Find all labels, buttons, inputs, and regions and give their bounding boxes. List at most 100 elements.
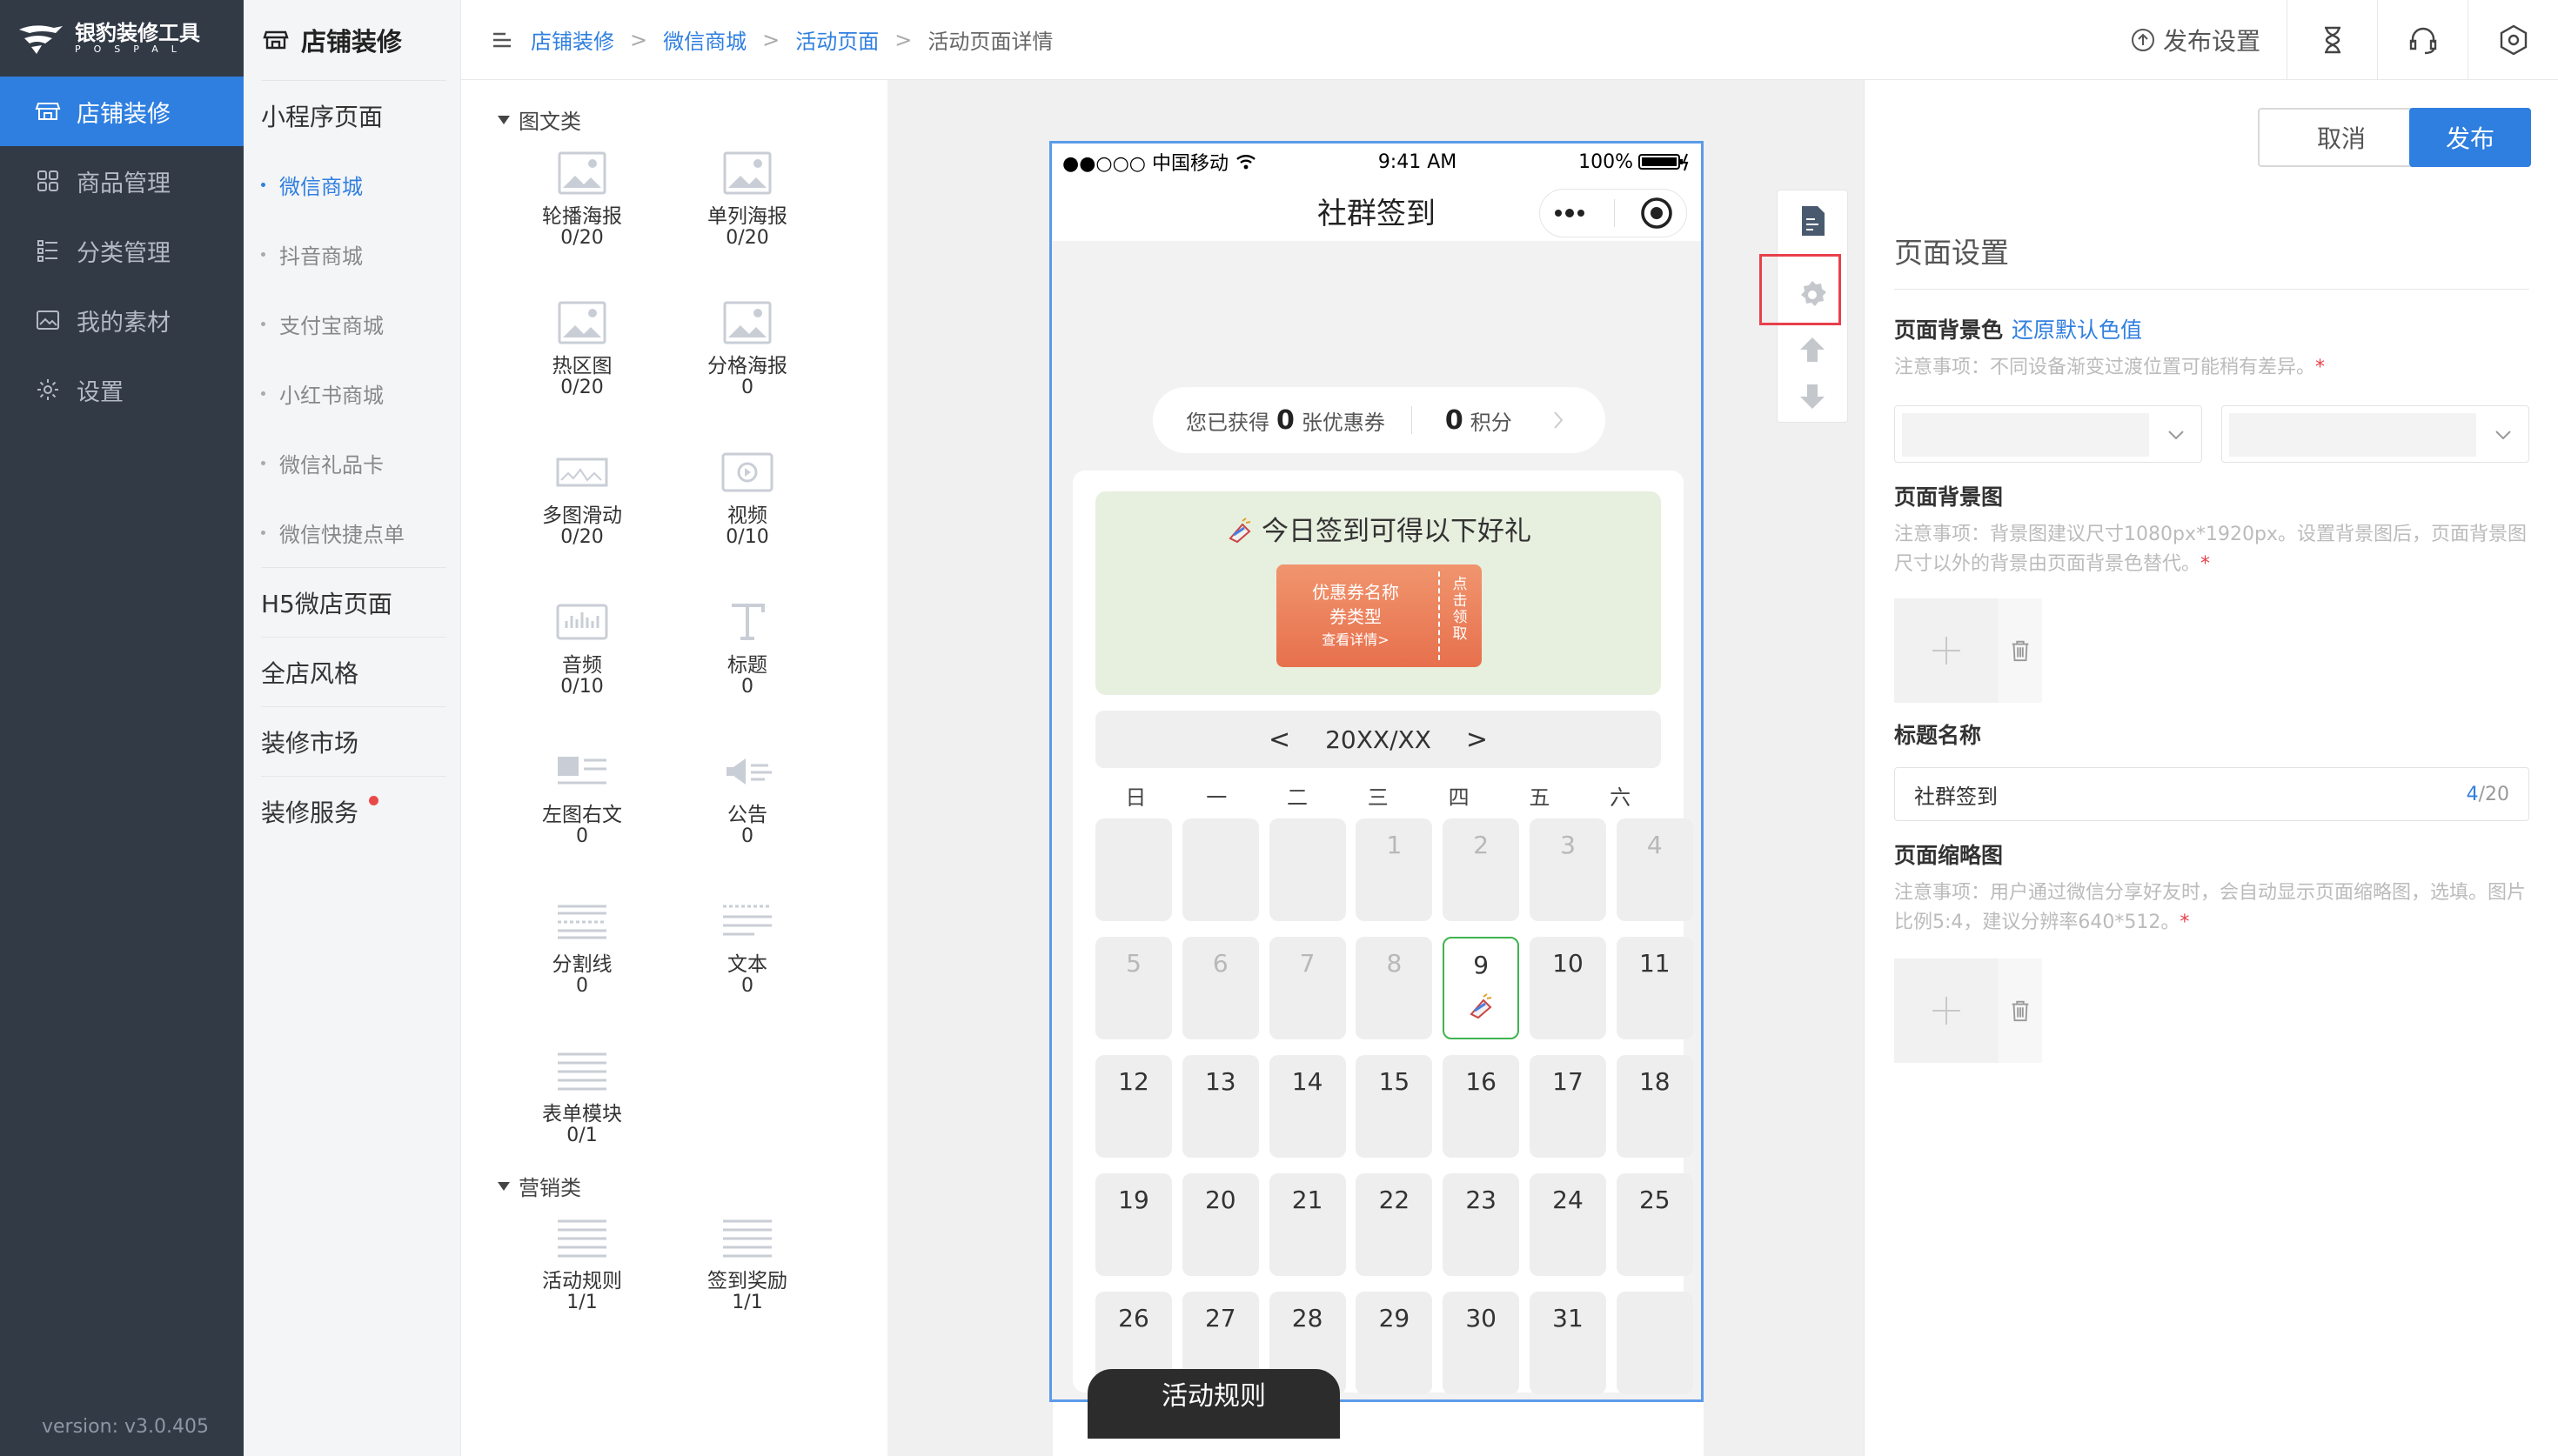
thumbnail-uploader[interactable] xyxy=(1894,958,2042,1063)
calendar-day[interactable]: 1 xyxy=(1356,818,1433,921)
calendar-day[interactable]: 30 xyxy=(1443,1292,1520,1394)
component-item[interactable]: 轮播海报 0/20 xyxy=(517,148,647,249)
bullet xyxy=(261,321,265,326)
mini-program-capsule[interactable] xyxy=(1539,189,1687,237)
publish-settings-button[interactable]: 发布设置 xyxy=(2104,23,2287,57)
subnav-item-wechat-mall[interactable]: 微信商城 xyxy=(244,150,460,219)
delete-image-button[interactable] xyxy=(1999,958,2042,1063)
calendar-day[interactable]: 19 xyxy=(1095,1173,1172,1276)
calendar-day[interactable]: 15 xyxy=(1356,1055,1433,1158)
subnav-item-gift-card[interactable]: 微信礼品卡 xyxy=(244,428,460,498)
subnav-store-style[interactable]: 全店风格 xyxy=(261,637,446,706)
subnav-h5[interactable]: H5微店页面 xyxy=(261,567,446,637)
calendar-day[interactable]: 25 xyxy=(1616,1173,1693,1276)
title-char-count: 4/20 xyxy=(2466,783,2509,805)
close-target-icon[interactable] xyxy=(1639,196,1674,230)
subnav-mini-program[interactable]: 小程序页面 xyxy=(261,80,446,150)
cancel-button[interactable]: 取消 xyxy=(2258,108,2425,167)
component-item[interactable]: 标题 0 xyxy=(682,597,813,698)
subnav-item-douyin-mall[interactable]: 抖音商城 xyxy=(244,219,460,289)
coupon-detail-link[interactable]: 查看详情> xyxy=(1322,629,1389,651)
calendar-day[interactable]: 12 xyxy=(1095,1055,1172,1158)
next-month-button[interactable]: > xyxy=(1466,725,1488,755)
component-item[interactable]: 公告 0 xyxy=(682,746,813,847)
settings-button[interactable] xyxy=(2468,0,2558,80)
nav-item-settings[interactable]: 设置 xyxy=(0,355,244,424)
calendar-day[interactable]: 13 xyxy=(1182,1055,1259,1158)
component-item[interactable]: 活动规则 1/1 xyxy=(517,1212,647,1313)
calendar-day[interactable]: 21 xyxy=(1269,1173,1346,1276)
calendar-day[interactable]: 6 xyxy=(1182,937,1259,1039)
phone-preview[interactable]: ●●○○○ 中国移动 9:41 AM 100% 社群签到 您已获得 0 张优惠券… xyxy=(1049,141,1704,1402)
calendar-day[interactable]: 20 xyxy=(1182,1173,1259,1276)
component-item[interactable]: 签到奖励 1/1 xyxy=(682,1212,813,1313)
bg-color-start-picker[interactable] xyxy=(1894,405,2202,463)
section-marketing[interactable]: 营销类 xyxy=(498,1171,581,1201)
component-item[interactable]: 文本 0 xyxy=(682,896,813,997)
calendar-day[interactable]: 2 xyxy=(1443,818,1520,921)
coupon-card[interactable]: 优惠券名称 券类型 查看详情> 点击领取 xyxy=(1276,564,1482,667)
component-item[interactable]: 左图右文 0 xyxy=(517,746,647,847)
claim-coupon-button[interactable]: 点击领取 xyxy=(1447,577,1473,643)
breadcrumb-activity-page[interactable]: 活动页面 xyxy=(795,24,879,55)
title-input[interactable]: 社群签到 4/20 xyxy=(1894,767,2529,821)
breadcrumb-wechat-mall[interactable]: 微信商城 xyxy=(663,24,747,55)
component-item[interactable]: 热区图 0/20 xyxy=(517,297,647,398)
calendar-day[interactable]: 22 xyxy=(1356,1173,1433,1276)
bg-color-end-picker[interactable] xyxy=(2221,405,2529,463)
page-settings-tool[interactable] xyxy=(1778,190,1847,251)
move-down-tool[interactable] xyxy=(1778,375,1847,418)
points-label: 积分 xyxy=(1470,410,1512,435)
reset-color-link[interactable]: 还原默认色值 xyxy=(2012,317,2142,343)
calendar-day-today[interactable]: 9 xyxy=(1443,937,1520,1039)
subnav-item-xiaohongshu-mall[interactable]: 小红书商城 xyxy=(244,358,460,428)
component-item[interactable]: 分格海报 0 xyxy=(682,297,813,398)
calendar-day[interactable]: 18 xyxy=(1616,1055,1693,1158)
calendar-day[interactable]: 14 xyxy=(1269,1055,1346,1158)
component-item[interactable]: 分割线 0 xyxy=(517,896,647,997)
breadcrumb-store-decoration[interactable]: 店铺装修 xyxy=(531,24,614,55)
section-graphic[interactable]: 图文类 xyxy=(498,104,581,135)
move-up-tool[interactable] xyxy=(1778,328,1847,371)
calendar-day[interactable]: 10 xyxy=(1530,937,1606,1039)
calendar-day[interactable]: 17 xyxy=(1530,1055,1606,1158)
subnav-item-alipay-mall[interactable]: 支付宝商城 xyxy=(244,289,460,358)
reward-stats[interactable]: 您已获得 0 张优惠券 0 积分 xyxy=(1153,387,1605,453)
delete-image-button[interactable] xyxy=(1999,598,2042,703)
add-image-button[interactable] xyxy=(1894,598,1999,703)
component-item[interactable]: 表单模块 0/1 xyxy=(517,1045,647,1146)
more-icon[interactable] xyxy=(1552,207,1590,219)
calendar-day[interactable]: 29 xyxy=(1356,1292,1433,1394)
calendar-day[interactable]: 8 xyxy=(1356,937,1433,1039)
history-button[interactable] xyxy=(2287,0,2377,80)
calendar-day[interactable]: 7 xyxy=(1269,937,1346,1039)
bg-image-uploader[interactable] xyxy=(1894,598,2042,703)
nav-item-products[interactable]: 商品管理 xyxy=(0,146,244,216)
support-button[interactable] xyxy=(2377,0,2468,80)
calendar-day[interactable]: 24 xyxy=(1530,1173,1606,1276)
component-item[interactable]: 视频 0/10 xyxy=(682,447,813,548)
publish-button[interactable]: 发布 xyxy=(2409,108,2531,167)
coupon-type: 券类型 xyxy=(1329,606,1382,627)
subnav-market[interactable]: 装修市场 xyxy=(261,706,446,776)
component-item[interactable]: 多图滑动 0/20 xyxy=(517,447,647,548)
calendar-day[interactable]: 3 xyxy=(1530,818,1606,921)
calendar-day[interactable]: 16 xyxy=(1443,1055,1520,1158)
calendar-day[interactable]: 11 xyxy=(1616,937,1693,1039)
subnav-item-quick-order[interactable]: 微信快捷点单 xyxy=(244,498,460,567)
calendar-day[interactable]: 5 xyxy=(1095,937,1172,1039)
component-item[interactable]: 单列海报 0/20 xyxy=(682,148,813,249)
calendar-day[interactable]: 23 xyxy=(1443,1173,1520,1276)
prev-month-button[interactable]: < xyxy=(1269,725,1290,755)
day-number: 14 xyxy=(1291,1067,1323,1096)
calendar-day[interactable]: 31 xyxy=(1530,1292,1606,1394)
add-image-button[interactable] xyxy=(1894,958,1999,1063)
subnav-service[interactable]: 装修服务 xyxy=(261,776,446,845)
component-item[interactable]: 音频 0/10 xyxy=(517,597,647,698)
nav-item-materials[interactable]: 我的素材 xyxy=(0,285,244,355)
nav-item-categories[interactable]: 分类管理 xyxy=(0,216,244,285)
activity-rules-tab[interactable]: 活动规则 xyxy=(1088,1369,1340,1439)
calendar-day[interactable]: 4 xyxy=(1616,818,1693,921)
gift-icon xyxy=(1229,518,1251,544)
nav-item-store-decoration[interactable]: 店铺装修 xyxy=(0,77,244,146)
